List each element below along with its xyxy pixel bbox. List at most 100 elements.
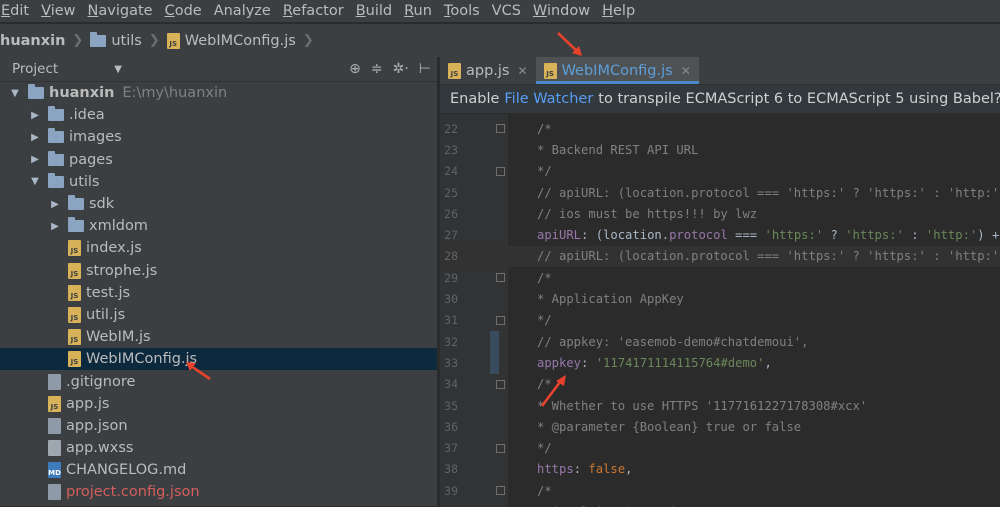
menu-item[interactable]: Window [527,0,596,22]
code-line: 30 * Application AppKey [440,288,1000,309]
breadcrumb-file[interactable]: JS WebIMConfig.js [166,32,296,49]
tree-item[interactable]: JS strophe.js [0,260,437,282]
code-text: */ [537,441,552,456]
tree-item[interactable]: ▶ pages [0,149,437,171]
fold-marker-icon[interactable] [496,379,505,389]
collapsed-arrow-icon[interactable]: ▶ [28,110,42,121]
editor-tab[interactable]: JS WebIMConfig.js ✕ [535,57,699,84]
folder-icon [48,106,64,122]
folder-icon [48,128,64,144]
code-line: 28 // apiURL: (location.protocol === 'htt… [440,245,1000,268]
code-line: 37 */ [440,438,1000,459]
folder-icon [90,31,107,47]
tree-item-label: util.js [86,306,126,323]
line-number: 25 [444,185,458,200]
js-file-icon: JS [448,62,461,79]
code-text: // ios must be https!!! by lwz [537,206,758,221]
collapsed-arrow-icon[interactable]: ▶ [48,199,62,210]
tree-item[interactable]: app.json [0,415,437,437]
menu-item[interactable]: Code [159,0,208,22]
tree-item[interactable]: ▼ huanxin E:\my\huanxin [0,82,437,104]
js-file-icon: JS [68,284,81,301]
code-line: 34 /* [440,374,1000,395]
fold-marker-icon[interactable] [496,273,505,283]
expanded-arrow-icon[interactable]: ▼ [28,176,42,187]
tree-item[interactable]: JS test.js [0,282,437,304]
file-watcher-link[interactable]: File Watcher [504,91,593,107]
menu-item[interactable]: Analyze [208,0,277,22]
fold-marker-icon[interactable] [496,486,505,496]
code-line: 25 // apiURL: (location.protocol === 'htt… [440,182,1000,203]
tree-item[interactable]: ▶ .idea [0,104,437,126]
tree-item[interactable]: MD CHANGELOG.md [0,459,437,481]
tree-item-label: sdk [89,196,115,213]
tree-item[interactable]: ▶ sdk [0,193,437,215]
tree-item[interactable]: .gitignore [0,370,437,392]
fold-marker-icon[interactable] [496,166,505,176]
code-line: 22 /* [440,118,1000,139]
menu-item[interactable]: VCS [486,0,527,22]
tree-item[interactable]: JS index.js [0,237,437,259]
project-panel-toolbar: ⊕ ≑ ✲· ⊢ [349,57,431,81]
expanded-arrow-icon[interactable]: ▼ [8,88,22,99]
code-text: /* [537,483,552,498]
collapse-all-icon[interactable]: ≑ [371,61,383,77]
js-file-icon: JS [48,395,61,412]
menu-item[interactable]: Navigate [82,0,159,22]
code-text: * Whether to use HTTPS '1177161227178308… [537,398,868,413]
fold-marker-icon[interactable] [496,443,505,453]
code-text: * @parameter {Boolean} true or false [537,419,802,434]
code-line: 39 /* [440,480,1000,501]
breadcrumb-project[interactable]: huanxin [0,33,65,49]
vcs-change-marker[interactable] [490,331,499,374]
code-line: 23 * Backend REST API URL [440,139,1000,160]
collapsed-arrow-icon[interactable]: ▶ [48,221,62,232]
menu-item[interactable]: View [35,0,81,22]
tab-label: WebIMConfig.js [561,62,673,79]
menu-item[interactable]: Edit [0,0,35,22]
code-editor[interactable]: 22/* 23 * Backend REST API URL 24 */25// a… [440,114,1000,507]
tree-item[interactable]: ▶ images [0,126,437,148]
tree-item[interactable]: JS util.js [0,304,437,326]
menu-item[interactable]: Tools [438,0,486,22]
tree-item[interactable]: project.config.json [0,481,437,503]
line-number: 29 [444,270,458,285]
menu-item[interactable]: Help [596,0,641,22]
project-view-selector[interactable]: Project [12,61,58,77]
fold-marker-icon[interactable] [496,315,505,325]
md-file-icon: MD [48,462,61,479]
collapsed-arrow-icon[interactable]: ▶ [28,132,42,143]
code-line: 35 * Whether to use HTTPS '1177161227178… [440,395,1000,416]
collapsed-arrow-icon[interactable]: ▶ [28,154,42,165]
tree-item[interactable]: JS app.js [0,393,437,415]
code-text: /* [537,377,552,392]
code-text: // apiURL: (location.protocol === 'https… [537,185,1000,200]
tree-item-label: test.js [86,284,131,301]
tree-item[interactable]: ▼ utils [0,171,437,193]
tree-item[interactable]: JS WebIM.js [0,326,437,348]
dropdown-arrow-icon[interactable]: ▼ [114,64,122,75]
tree-item[interactable]: JS WebIMConfig.js [0,348,437,371]
js-file-icon: JS [543,62,557,79]
hide-panel-icon[interactable]: ⊢ [419,61,431,77]
tree-item-label: images [69,129,122,146]
breadcrumb-folder[interactable]: utils [90,31,142,49]
tree-item-label: app.js [66,395,110,412]
folder-icon [48,172,64,188]
tree-item[interactable]: app.wxss [0,437,437,459]
close-icon[interactable]: ✕ [518,64,528,78]
editor-panel: JS app.js ✕ JS WebIMConfig.js ✕ Enable File W… [440,57,1000,507]
fold-marker-icon[interactable] [496,124,505,133]
editor-tab[interactable]: JS app.js ✕ [440,57,536,84]
menu-item[interactable]: Refactor [277,0,350,22]
menu-bar: Edit View Navigate Code Analyze Refactor Build… [0,0,1000,22]
tree-item[interactable]: ▶ xmldom [0,215,437,237]
code-text: https: false, [537,462,633,477]
line-number: 31 [444,313,458,328]
close-icon[interactable]: ✕ [681,64,691,78]
menu-item[interactable]: Build [350,0,398,22]
menu-item[interactable]: Run [398,0,438,22]
gear-icon[interactable]: ✲· [393,61,409,77]
locate-icon[interactable]: ⊕ [349,61,361,77]
code-line: 31 */ [440,310,1000,331]
